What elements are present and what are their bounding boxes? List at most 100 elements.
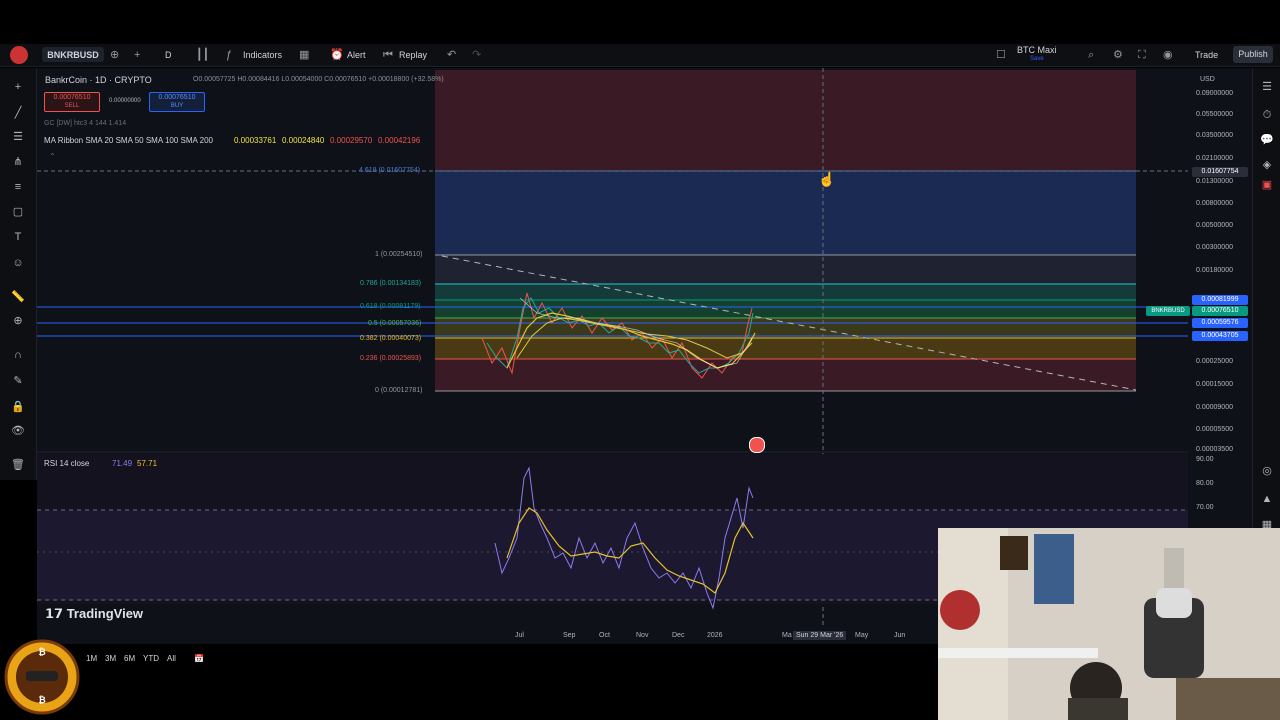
fib-zone-grey xyxy=(435,255,1136,284)
layout-icon[interactable]: ☐ xyxy=(996,47,1006,63)
ma-ribbon-label[interactable]: MA Ribbon SMA 20 SMA 50 SMA 100 SMA 200 xyxy=(44,136,213,145)
symbol-search-button[interactable]: BNKRBUSD xyxy=(42,47,104,62)
watchlist-icon[interactable]: ☰ xyxy=(1260,80,1274,94)
replay-button[interactable]: Replay xyxy=(399,47,427,63)
symbol-price-tag: BNKRBUSD xyxy=(1146,306,1190,316)
time-label-dec: Dec xyxy=(672,632,685,639)
collapse-legend-icon[interactable]: ⌃ xyxy=(49,152,56,161)
rsi-label[interactable]: RSI 14 close xyxy=(44,459,89,468)
price-label-12: 0.00009000 xyxy=(1196,404,1233,411)
fullscreen-icon[interactable]: ⛶ xyxy=(1138,47,1146,63)
tradingview-logo-icon: 𝟭𝟳 xyxy=(45,606,67,621)
alert-icon[interactable]: ⏰ xyxy=(330,47,344,63)
redo-icon[interactable]: ↷ xyxy=(472,47,481,63)
text-icon[interactable]: T xyxy=(11,230,25,244)
sell-label: SELL xyxy=(64,103,80,109)
price-tag-3: 0.00043705 xyxy=(1192,331,1248,341)
rsi-value-1: 71.49 xyxy=(112,459,133,468)
trade-button[interactable]: Trade xyxy=(1195,47,1218,63)
fib-label-05: 0.5 (0.00057036) xyxy=(368,320,422,327)
undo-icon[interactable]: ↶ xyxy=(447,47,456,63)
interval-button[interactable]: D xyxy=(165,47,172,63)
lock-icon[interactable]: 🔒 xyxy=(11,400,25,414)
indicators-button[interactable]: Indicators xyxy=(243,47,282,63)
range-ytd[interactable]: YTD xyxy=(143,654,159,663)
price-tag-2: 0.00059576 xyxy=(1192,318,1248,328)
time-label-oct: Oct xyxy=(599,632,610,639)
fib-zone-orange xyxy=(435,338,1136,359)
clock-icon[interactable]: ⏱ xyxy=(1260,108,1274,122)
currency-select[interactable]: USD xyxy=(1200,76,1215,83)
chat-icon[interactable]: 💬 xyxy=(1260,133,1274,147)
fib-zone-teal xyxy=(435,284,1136,300)
ma-value-4: 0.00042196 xyxy=(378,136,421,145)
price-label-4: 0.02100000 xyxy=(1196,155,1233,162)
chart-type-icon[interactable]: ┃┃ xyxy=(196,47,209,63)
price-label-11: 0.00015000 xyxy=(1196,381,1233,388)
publish-button[interactable]: Publish xyxy=(1233,46,1273,63)
chart-title: BankrCoin · 1D · CRYPTO xyxy=(45,75,152,85)
date-range-icon[interactable]: 📅 xyxy=(194,654,204,663)
price-label-6: 0.00800000 xyxy=(1196,200,1233,207)
emoji-icon[interactable]: ☺ xyxy=(11,256,25,270)
range-6m[interactable]: 6M xyxy=(124,654,135,663)
price-axis[interactable]: USD 0.09000000 0.05500000 0.03500000 0.0… xyxy=(1188,68,1252,528)
target-icon[interactable]: ◎ xyxy=(1260,464,1274,478)
alert-button[interactable]: Alert xyxy=(347,47,366,63)
range-1m[interactable]: 1M xyxy=(86,654,97,663)
horizontal-line-icon[interactable]: ☰ xyxy=(11,130,25,144)
hand-cursor-icon: ☝ xyxy=(818,171,836,187)
drawing-toolbar: + ╱ ☰ ⋔ ≡ ▢ T ☺ 📏 ⊕ ∩ ✎ 🔒 👁 🗑 xyxy=(0,68,37,480)
magnet-icon[interactable]: ∩ xyxy=(11,348,25,362)
event-flag-icon[interactable] xyxy=(749,437,765,453)
layers-icon[interactable]: ◈ xyxy=(1260,158,1274,172)
fib-zone-green xyxy=(435,300,1136,318)
camera-icon[interactable]: ◉ xyxy=(1163,47,1173,63)
ruler-icon[interactable]: 📏 xyxy=(11,290,25,304)
notifications-icon[interactable]: ▣ xyxy=(1260,178,1274,192)
fib-indicator-label[interactable]: GC [DW] htc3 4 144 1.414 xyxy=(44,120,126,127)
rectangle-icon[interactable]: ▢ xyxy=(11,205,25,219)
add-symbol-icon[interactable]: + xyxy=(134,47,140,63)
compare-icon[interactable]: ⊕ xyxy=(110,47,119,63)
pitchfork-icon[interactable]: ⋔ xyxy=(11,155,25,169)
price-tag-1: 0.00081999 xyxy=(1192,295,1248,305)
trendline-icon[interactable]: ╱ xyxy=(11,106,25,120)
ma-value-3: 0.00029570 xyxy=(330,136,373,145)
settings-icon[interactable]: ⚙ xyxy=(1113,47,1123,63)
fib-label-1: 1 (0.00254510) xyxy=(375,251,423,258)
up-triangle-icon[interactable]: ▲ xyxy=(1260,492,1274,506)
fib-label-0786: 0.786 (0.00134183) xyxy=(360,280,422,287)
fib-zone-red xyxy=(435,359,1136,391)
crosshair-date: Sun 29 Mar '26 xyxy=(793,631,847,640)
fib-label-0: 0 (0.00012781) xyxy=(375,387,423,394)
eye-icon[interactable]: 👁 xyxy=(11,424,25,438)
time-label-may: May xyxy=(855,632,869,639)
sell-button[interactable]: 0.00076510 SELL xyxy=(44,92,100,112)
price-label-9: 0.00180000 xyxy=(1196,267,1233,274)
range-3m[interactable]: 3M xyxy=(105,654,116,663)
price-label-8: 0.00300000 xyxy=(1196,244,1233,251)
indicators-icon[interactable]: ƒ xyxy=(226,47,232,63)
templates-icon[interactable]: ▦ xyxy=(299,47,309,63)
price-label-2: 0.05500000 xyxy=(1196,111,1233,118)
pencil-icon[interactable]: ✎ xyxy=(11,374,25,388)
channel-logo: ₿ ₿ xyxy=(4,639,80,715)
svg-text:₿: ₿ xyxy=(38,647,45,658)
trash-icon[interactable]: 🗑 xyxy=(11,458,25,472)
fib-icon[interactable]: ≡ xyxy=(11,180,25,194)
replay-icon[interactable]: ⏮ xyxy=(383,47,393,63)
top-toolbar: BNKRBUSD ⊕ + D ┃┃ ƒ Indicators ▦ ⏰ Alert… xyxy=(0,44,1280,67)
search-icon[interactable]: ⌕ xyxy=(1088,47,1094,63)
buy-button[interactable]: 0.00076510 BUY xyxy=(149,92,205,112)
user-avatar[interactable] xyxy=(10,46,28,64)
sell-price: 0.00076510 xyxy=(53,94,91,101)
price-label-14: 0.00003500 xyxy=(1196,446,1233,453)
webcam-overlay xyxy=(938,528,1280,720)
zoom-icon[interactable]: ⊕ xyxy=(11,314,25,328)
time-label-jun: Jun xyxy=(894,632,906,639)
time-label-2026: 2026 xyxy=(707,632,723,639)
crosshair-icon[interactable]: + xyxy=(11,80,25,94)
price-label-3: 0.03500000 xyxy=(1196,132,1233,139)
range-all[interactable]: All xyxy=(167,654,176,663)
